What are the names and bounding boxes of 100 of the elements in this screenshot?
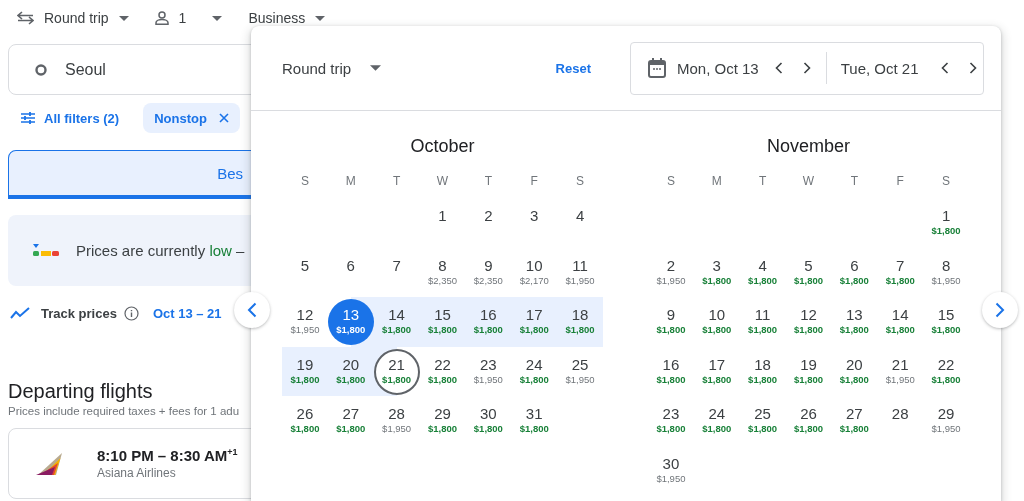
date-cell[interactable]: 22 $1,800 <box>419 346 466 397</box>
chevron-right-icon[interactable] <box>802 62 811 74</box>
date-cell[interactable]: 30 $1,800 <box>465 396 512 446</box>
date-cell[interactable]: 10 $1,800 <box>693 297 740 347</box>
date-cell[interactable]: 27 $1,800 <box>327 396 374 446</box>
date-cell[interactable]: 29 $1,800 <box>419 396 466 446</box>
date-cell[interactable]: 24 $1,800 <box>511 346 558 397</box>
previous-month-button[interactable] <box>234 292 270 328</box>
date-cell[interactable]: 7 $1,800 <box>877 247 924 298</box>
date-cell[interactable]: 12 $1,950 <box>282 297 328 347</box>
date-cell[interactable]: 14 $1,800 <box>877 297 924 347</box>
date-cell[interactable]: 28 $1,950 <box>373 396 420 446</box>
calendar-icon <box>648 58 666 78</box>
date-cell[interactable]: 8 $1,950 <box>923 247 969 298</box>
reset-link[interactable]: Reset <box>555 60 591 76</box>
date-cell[interactable]: 13 $1,800 <box>831 297 878 347</box>
date-cell[interactable]: 25 $1,950 <box>557 346 603 397</box>
date-cell[interactable]: 2 $1,950 <box>648 247 694 298</box>
swap-arrows-icon <box>17 11 34 25</box>
price-level-icon <box>32 244 59 257</box>
caret-icon <box>212 15 223 21</box>
date-cell[interactable]: 26 $1,800 <box>785 396 832 446</box>
date-cell[interactable]: 1 <box>419 198 466 248</box>
date-cell[interactable]: 10 $2,170 <box>511 247 558 298</box>
return-date[interactable]: Tue, Oct 21 <box>840 59 919 77</box>
info-icon[interactable] <box>123 305 139 321</box>
date-cell[interactable]: 11 $1,800 <box>739 297 786 347</box>
weekday-label: S <box>300 174 309 188</box>
date-cell[interactable]: 21 $1,950 <box>877 346 924 397</box>
date-cell[interactable]: 18 $1,800 <box>739 346 786 397</box>
date-cell[interactable]: 19 $1,800 <box>785 346 832 397</box>
date-cell[interactable]: 21 $1,800 <box>373 346 420 397</box>
date-cell[interactable]: 25 $1,800 <box>739 396 786 446</box>
chevron-left-icon[interactable] <box>774 62 783 74</box>
sort-tab[interactable]: Bes <box>8 150 251 199</box>
next-month-button[interactable] <box>982 292 1018 328</box>
passengers-dropdown[interactable]: 1 <box>154 10 223 26</box>
date-cell[interactable]: 12 $1,800 <box>785 297 832 347</box>
date-cell[interactable]: 27 $1,800 <box>831 396 878 446</box>
circle-icon <box>35 63 47 76</box>
date-cell[interactable]: 6 <box>327 247 374 298</box>
date-cell[interactable]: 18 $1,800 <box>557 297 603 347</box>
chevron-right-icon <box>995 302 1005 318</box>
date-cell[interactable]: 20 $1,800 <box>327 346 374 397</box>
date-cell[interactable]: 20 $1,800 <box>831 346 878 397</box>
track-prices-label: Track prices <box>41 305 117 321</box>
date-cell[interactable]: 24 $1,800 <box>693 396 740 446</box>
trip-type-dropdown[interactable]: Round trip <box>282 59 382 77</box>
date-cell[interactable]: 19 $1,800 <box>282 346 328 397</box>
section-heading: Departing flights <box>8 380 154 404</box>
date-cell[interactable]: 3 $1,800 <box>693 247 740 298</box>
date-cell[interactable]: 17 $1,800 <box>693 346 740 397</box>
chevron-left-icon[interactable] <box>940 62 949 74</box>
date-cell[interactable]: 14 $1,800 <box>373 297 420 347</box>
weekday-label: T <box>758 174 767 188</box>
date-cell[interactable]: 30 $1,950 <box>648 445 694 496</box>
date-cell[interactable]: 5 <box>282 247 328 298</box>
date-cell[interactable]: 26 $1,800 <box>282 396 328 446</box>
date-cell[interactable]: 4 $1,800 <box>739 247 786 298</box>
date-cell[interactable]: 3 <box>511 198 558 248</box>
date-cell[interactable]: 17 $1,800 <box>511 297 558 347</box>
weekday-label: S <box>942 174 951 188</box>
date-cell[interactable]: 31 $1,800 <box>511 396 558 446</box>
date-cell[interactable]: 8 $2,350 <box>419 247 466 298</box>
section-subtitle: Prices include required taxes + fees for 1 adu <box>8 405 241 417</box>
flight-times: 8:10 PM – 8:30 AM$^{+1}$ <box>97 447 238 464</box>
filter-chip[interactable]: Nonstop <box>143 103 240 133</box>
date-cell[interactable]: 5 $1,800 <box>785 247 832 298</box>
trip-type-dropdown[interactable]: Round trip <box>17 10 129 26</box>
price-insight-text: Prices are currently low – <box>76 242 245 259</box>
date-cell[interactable]: 23 $1,800 <box>648 396 694 446</box>
date-cell[interactable]: 13 $1,800 <box>327 297 374 347</box>
date-cell[interactable]: 15 $1,800 <box>923 297 969 347</box>
date-cell[interactable]: 1 $1,800 <box>923 198 969 248</box>
all-filters-button[interactable]: All filters (2) <box>21 110 120 126</box>
person-icon <box>154 11 169 25</box>
date-cell[interactable]: 2 <box>465 198 512 248</box>
date-cell[interactable]: 23 $1,950 <box>465 346 512 397</box>
chevron-right-icon[interactable] <box>968 62 977 74</box>
date-cell[interactable]: 22 $1,800 <box>923 346 969 397</box>
date-cell[interactable]: 9 $1,800 <box>648 297 694 347</box>
weekday-label: T <box>484 174 492 188</box>
month-title: October <box>409 135 476 158</box>
month-title: November <box>766 135 851 158</box>
date-cell[interactable]: 16 $1,800 <box>648 346 694 397</box>
date-cell[interactable]: 15 $1,800 <box>419 297 466 347</box>
departure-date[interactable]: Mon, Oct 13 <box>677 59 759 77</box>
weekday-label: W <box>802 174 815 188</box>
date-cell[interactable]: 7 <box>373 247 420 298</box>
date-cell[interactable]: 29 $1,950 <box>923 396 969 446</box>
date-cell[interactable]: 11 $1,950 <box>557 247 603 298</box>
date-cell[interactable]: 6 $1,800 <box>831 247 878 298</box>
date-cell[interactable]: 9 $2,350 <box>465 247 512 298</box>
date-cell[interactable]: 4 <box>557 198 603 248</box>
date-cell[interactable]: 16 $1,800 <box>465 297 512 347</box>
sliders-icon <box>21 112 35 124</box>
cabin-dropdown[interactable]: Business <box>248 10 326 26</box>
weekday-label: T <box>392 174 401 188</box>
date-cell[interactable]: 28 <box>877 396 924 446</box>
trend-line-icon <box>10 307 30 319</box>
